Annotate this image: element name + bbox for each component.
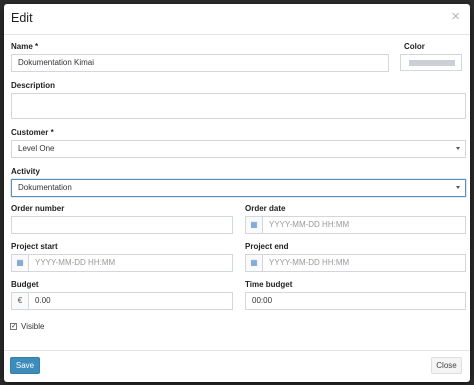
visible-label: Visible [21, 322, 45, 331]
euro-icon: € [12, 293, 29, 309]
order-date-input[interactable]: ▦ YYYY-MM-DD HH:MM [245, 216, 466, 234]
modal-header: Edit × [4, 4, 470, 35]
customer-label: Customer * [11, 128, 54, 137]
visible-checkbox[interactable]: ✓ [10, 323, 17, 330]
name-value: Dokumentation Kimai [18, 58, 95, 67]
chevron-down-icon [456, 186, 460, 189]
project-end-placeholder: YYYY-MM-DD HH:MM [269, 258, 350, 267]
activity-value: Dokumentation [18, 183, 72, 192]
budget-value: 0.00 [35, 296, 51, 305]
calendar-icon[interactable]: ▦ [246, 255, 263, 271]
customer-select[interactable]: Level One [11, 140, 466, 158]
description-textarea[interactable] [11, 93, 466, 119]
budget-input[interactable]: € 0.00 [11, 292, 233, 310]
project-start-input[interactable]: ▦ YYYY-MM-DD HH:MM [11, 254, 233, 272]
color-picker[interactable] [400, 54, 462, 71]
calendar-icon[interactable]: ▦ [246, 217, 263, 233]
color-label: Color [404, 42, 425, 51]
chevron-down-icon [456, 147, 460, 150]
order-number-input[interactable] [11, 216, 233, 234]
order-number-label: Order number [11, 204, 65, 213]
time-budget-label: Time budget [245, 280, 293, 289]
modal-title: Edit [11, 11, 33, 25]
color-swatch [409, 60, 455, 66]
save-button[interactable]: Save [10, 357, 40, 374]
name-input[interactable]: Dokumentation Kimai [11, 54, 389, 72]
edit-project-dialog: Edit × Name * Dokumentation Kimai Color … [4, 4, 470, 382]
close-button[interactable]: Close [431, 357, 462, 374]
name-label: Name * [11, 42, 39, 51]
modal-footer [4, 350, 470, 351]
project-start-placeholder: YYYY-MM-DD HH:MM [35, 258, 116, 267]
time-budget-value: 00:00 [252, 296, 273, 305]
order-date-placeholder: YYYY-MM-DD HH:MM [269, 220, 350, 229]
close-icon[interactable]: × [451, 9, 460, 25]
budget-label: Budget [11, 280, 39, 289]
time-budget-input[interactable]: 00:00 [245, 292, 466, 310]
project-end-input[interactable]: ▦ YYYY-MM-DD HH:MM [245, 254, 466, 272]
description-label: Description [11, 81, 56, 90]
activity-label: Activity [11, 167, 40, 176]
calendar-icon[interactable]: ▦ [12, 255, 29, 271]
activity-select[interactable]: Dokumentation [11, 179, 466, 197]
order-date-label: Order date [245, 204, 286, 213]
project-start-label: Project start [11, 242, 58, 251]
project-end-label: Project end [245, 242, 289, 251]
customer-value: Level One [18, 144, 55, 153]
